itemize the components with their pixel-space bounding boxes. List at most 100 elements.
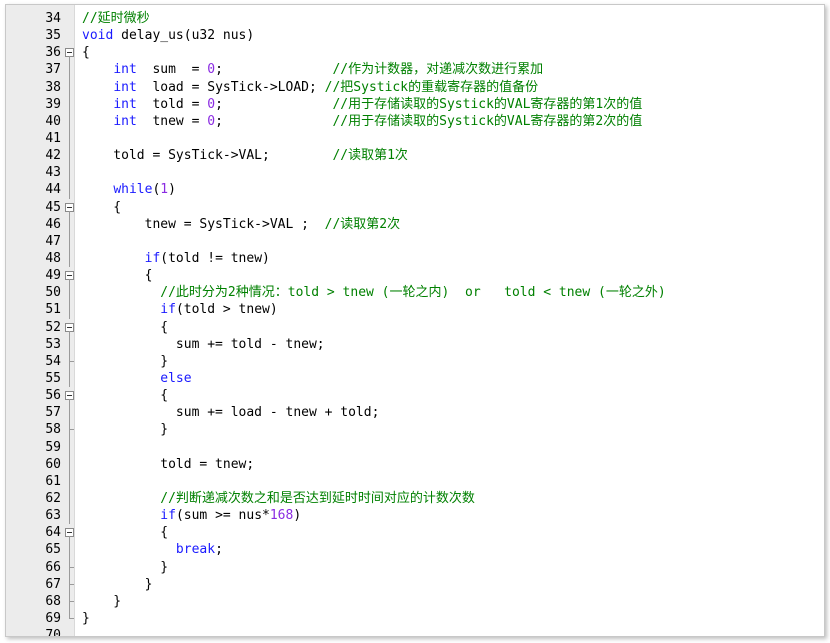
code-text: } bbox=[82, 610, 90, 626]
code-line[interactable]: 60 told = tnew; bbox=[6, 455, 824, 473]
code-line[interactable]: 63 if(sum >= nus*168) bbox=[6, 507, 824, 525]
line-number: 46 bbox=[45, 216, 61, 232]
fold-guide-line bbox=[69, 112, 70, 130]
code-text: int told = 0; //用于存储读取的Systick的VAL寄存器的第1… bbox=[113, 96, 643, 112]
code-line[interactable]: 43 bbox=[6, 164, 824, 182]
code-text: while(1) bbox=[113, 182, 176, 198]
fold-end-marker bbox=[69, 592, 74, 602]
code-line[interactable]: 40 int tnew = 0; //用于存储读取的Systick的VAL寄存器… bbox=[6, 112, 824, 130]
fold-guide-line bbox=[69, 301, 70, 319]
fold-end-marker bbox=[69, 575, 74, 585]
code-text: if(sum >= nus*168) bbox=[160, 508, 302, 524]
code-line[interactable]: 34 //延时微秒 bbox=[6, 10, 824, 27]
code-text: sum += told - tnew; bbox=[82, 336, 325, 352]
line-number: 57 bbox=[45, 405, 61, 421]
fold-guide-line bbox=[69, 361, 70, 370]
fold-guide-line bbox=[69, 601, 70, 610]
line-number: 64 bbox=[45, 525, 61, 541]
code-line[interactable]: 38 int load = SysTick->LOAD; //把Systick的… bbox=[6, 78, 824, 96]
code-text: else bbox=[160, 370, 192, 386]
code-text: //此时分为2种情况：told > tnew (一轮之内) or told < … bbox=[160, 285, 666, 301]
code-line[interactable]: 35 void delay_us(u32 nus) bbox=[6, 27, 824, 44]
fold-guide-line bbox=[69, 129, 70, 148]
code-text: //延时微秒 bbox=[82, 11, 150, 26]
line-number: 61 bbox=[45, 473, 61, 489]
code-line[interactable]: 61 bbox=[6, 472, 824, 490]
fold-guide-line bbox=[69, 455, 70, 473]
code-text: told = SysTick->VAL; //读取第1次 bbox=[82, 148, 408, 164]
line-number: 47 bbox=[45, 233, 61, 249]
code-text: if(told > tnew) bbox=[160, 302, 278, 318]
code-line[interactable]: 56 { bbox=[6, 387, 824, 405]
code-line[interactable]: 68 } bbox=[6, 592, 824, 610]
line-number: 70 bbox=[45, 628, 61, 637]
line-number: 68 bbox=[45, 593, 61, 609]
code-line[interactable]: 45 { bbox=[6, 199, 824, 216]
code-line[interactable]: 55 else bbox=[6, 369, 824, 388]
line-number: 41 bbox=[45, 130, 61, 146]
code-text: int load = SysTick->LOAD; //把Systick的重载寄… bbox=[113, 79, 539, 95]
code-text: { bbox=[82, 268, 153, 284]
code-line[interactable]: 44 while(1) bbox=[6, 181, 824, 199]
line-number: 56 bbox=[45, 388, 61, 404]
code-line[interactable]: 41 bbox=[6, 129, 824, 148]
line-number: 69 bbox=[45, 610, 61, 626]
code-line[interactable]: 53 sum += told - tnew; bbox=[6, 335, 824, 353]
code-text: //判断递减次数之和是否达到延时时间对应的计数次数 bbox=[160, 490, 475, 506]
code-text: } bbox=[82, 353, 169, 369]
code-line[interactable]: 65 break; bbox=[6, 541, 824, 559]
code-line[interactable]: 67 } bbox=[6, 575, 824, 593]
code-line[interactable]: 64 { bbox=[6, 524, 824, 542]
fold-guide-line bbox=[69, 249, 70, 268]
fold-end-marker bbox=[69, 421, 74, 431]
code-area[interactable]: 34 //延时微秒 35 void delay_us(u32 nus) 36 {37 in… bbox=[6, 10, 824, 637]
fold-guide-line bbox=[69, 404, 70, 422]
code-editor-window: 34 //延时微秒 35 void delay_us(u32 nus) 36 {37 in… bbox=[5, 4, 825, 637]
line-number: 66 bbox=[45, 559, 61, 575]
code-line[interactable]: 47 bbox=[6, 232, 824, 250]
line-number: 43 bbox=[45, 165, 61, 181]
fold-guide-line bbox=[69, 369, 70, 388]
line-number: 37 bbox=[45, 62, 61, 78]
code-line[interactable]: 62 //判断递减次数之和是否达到延时时间对应的计数次数 bbox=[6, 489, 824, 508]
code-line[interactable]: 48 if(told != tnew) bbox=[6, 249, 824, 268]
fold-end-marker bbox=[69, 609, 74, 619]
code-line[interactable]: 49 { bbox=[6, 267, 824, 285]
line-number: 40 bbox=[45, 113, 61, 129]
fold-guide-line bbox=[69, 438, 70, 456]
fold-guide-line bbox=[69, 541, 70, 559]
line-number: 51 bbox=[45, 302, 61, 318]
code-text: if(told != tnew) bbox=[144, 250, 270, 266]
code-line[interactable]: 59 bbox=[6, 438, 824, 456]
code-line[interactable]: 51 if(told > tnew) bbox=[6, 301, 824, 319]
code-line[interactable]: 70 bbox=[6, 627, 824, 637]
code-line[interactable]: 52 { bbox=[6, 319, 824, 336]
code-line[interactable]: 50 //此时分为2种情况：told > tnew (一轮之内) or told… bbox=[6, 284, 824, 302]
code-text: { bbox=[82, 388, 169, 404]
line-number: 50 bbox=[45, 285, 61, 301]
fold-guide-line bbox=[69, 507, 70, 525]
line-number: 54 bbox=[45, 353, 61, 369]
line-number: 38 bbox=[45, 79, 61, 95]
code-line[interactable]: 69} bbox=[6, 609, 824, 627]
code-line[interactable]: 58 } bbox=[6, 421, 824, 439]
code-line[interactable]: 66 } bbox=[6, 558, 824, 576]
code-line[interactable]: 37 int sum = 0; //作为计数器，对递减次数进行累加 bbox=[6, 61, 824, 79]
code-line[interactable]: 57 sum += load - tnew + told; bbox=[6, 404, 824, 422]
code-text: told = tnew; bbox=[82, 456, 255, 472]
code-text: { bbox=[82, 319, 169, 335]
code-line[interactable]: 54 } bbox=[6, 352, 824, 370]
line-number: 42 bbox=[45, 148, 61, 164]
code-text: } bbox=[82, 422, 169, 438]
code-line[interactable]: 36 { bbox=[6, 44, 824, 62]
line-number: 67 bbox=[45, 576, 61, 592]
line-number: 45 bbox=[45, 199, 61, 215]
code-line[interactable]: 39 int told = 0; //用于存储读取的Systick的VAL寄存器… bbox=[6, 95, 824, 113]
fold-guide-line bbox=[69, 489, 70, 508]
fold-guide-line bbox=[69, 95, 70, 113]
line-number: 49 bbox=[45, 268, 61, 284]
code-line[interactable]: 46 tnew = SysTick->VAL ; //读取第2次 bbox=[6, 215, 824, 233]
code-line[interactable]: 42 told = SysTick->VAL; //读取第1次 bbox=[6, 147, 824, 165]
fold-guide-line bbox=[69, 584, 70, 593]
line-number: 62 bbox=[45, 490, 61, 506]
